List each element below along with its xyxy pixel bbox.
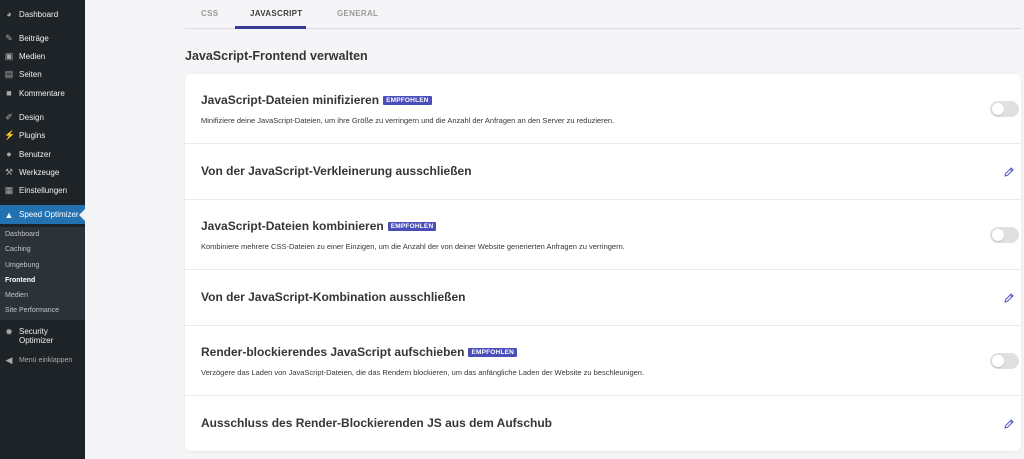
minify-toggle[interactable] [990,101,1019,117]
submenu-environment[interactable]: Umgebung [5,262,39,269]
setting-row-minify: JavaScript-Dateien minifizieren EMPFOHLEN… [185,74,1021,144]
settings-icon: ▦ [4,185,14,195]
admin-sidebar: ◕ Dashboard ✎ Beiträge ▣ Medien ▤ Seiten… [0,0,85,459]
tab-javascript[interactable]: JAVASCRIPT [250,9,303,18]
toggle-knob [992,229,1004,241]
menu-dashboard[interactable]: ◕ Dashboard [0,5,85,23]
collapse-icon: ◀ [5,355,13,365]
setting-title: JavaScript-Dateien minifizieren [201,93,380,107]
menu-design[interactable]: ✐ Design [0,108,85,126]
pencil-icon[interactable] [1003,418,1015,430]
combine-toggle[interactable] [990,227,1019,243]
plugin-icon: ⚡ [4,130,16,140]
pages-icon: ▤ [4,69,14,79]
tab-css[interactable]: CSS [201,9,218,18]
tab-general[interactable]: GENERAL [337,9,378,18]
pencil-icon[interactable] [1003,166,1015,178]
dashboard-icon: ◕ [6,9,12,19]
submenu-media[interactable]: Medien [5,292,28,299]
setting-description: Minifiziere deine JavaScript-Dateien, um… [201,116,615,125]
pin-icon: ✎ [5,33,13,43]
active-tab-indicator [235,26,306,29]
collapse-menu-button[interactable]: ◀ Menü einklappen [0,351,85,369]
setting-row-defer: Render-blockierendes JavaScript aufschie… [185,326,1021,396]
menu-speed-optimizer[interactable]: ▲ Speed Optimizer [0,205,85,224]
submenu-caching[interactable]: Caching [5,246,31,253]
settings-card: JavaScript-Dateien minifizieren EMPFOHLEN… [185,74,1021,451]
comment-icon: ■ [6,88,12,98]
setting-row-exclude-combine: Von der JavaScript-Kombination ausschlie… [185,270,1021,326]
setting-row-exclude-minify: Von der JavaScript-Verkleinerung ausschl… [185,144,1021,200]
security-optimizer-icon: ✹ [5,327,13,337]
menu-posts[interactable]: ✎ Beiträge [0,29,85,47]
speed-optimizer-icon: ▲ [4,209,14,220]
brush-icon: ✐ [5,112,13,122]
setting-row-exclude-defer: Ausschluss des Render-Blockierenden JS a… [185,396,1021,451]
recommended-badge: EMPFOHLEN [468,348,518,357]
submenu-frontend[interactable]: Frontend [5,277,35,284]
pencil-icon[interactable] [1003,292,1015,304]
menu-security-optimizer[interactable]: ✹ Security Optimizer [0,324,85,350]
speed-optimizer-submenu: Dashboard Caching Umgebung Frontend Medi… [0,227,85,320]
menu-media[interactable]: ▣ Medien [0,47,85,65]
menu-pages[interactable]: ▤ Seiten [0,65,85,83]
toggle-knob [992,355,1004,367]
menu-comments[interactable]: ■ Kommentare [0,84,85,102]
main-content: CSS JAVASCRIPT GENERAL JavaScript-Fronte… [85,0,1024,459]
setting-title: JavaScript-Dateien kombinieren [201,219,384,233]
setting-title: Render-blockierendes JavaScript aufschie… [201,345,465,359]
setting-description: Kombiniere mehrere CSS-Dateien zu einer … [201,242,625,251]
wrench-icon: ⚒ [4,167,14,177]
toggle-knob [992,103,1004,115]
page-title: JavaScript-Frontend verwalten [185,49,368,63]
setting-row-combine: JavaScript-Dateien kombinieren EMPFOHLEN … [185,200,1021,270]
menu-settings[interactable]: ▦ Einstellungen [0,181,85,199]
defer-toggle[interactable] [990,353,1019,369]
recommended-badge: EMPFOHLEN [383,96,432,105]
tab-bar: CSS JAVASCRIPT GENERAL [185,0,1021,29]
setting-title: Ausschluss des Render-Blockierenden JS a… [201,416,552,430]
menu-users[interactable]: ● Benutzer [0,145,85,163]
user-icon: ● [6,149,12,159]
menu-tools[interactable]: ⚒ Werkzeuge [0,163,85,181]
setting-description: Verzögere das Laden von JavaScript-Datei… [201,368,645,377]
recommended-badge: EMPFOHLEN [387,222,437,231]
setting-title: Von der JavaScript-Kombination ausschlie… [201,290,466,304]
submenu-dashboard[interactable]: Dashboard [5,231,39,238]
setting-title: Von der JavaScript-Verkleinerung ausschl… [201,164,472,178]
media-icon: ▣ [4,51,14,61]
submenu-site-performance[interactable]: Site Performance [5,307,59,314]
menu-plugins[interactable]: ⚡ Plugins [0,126,85,144]
